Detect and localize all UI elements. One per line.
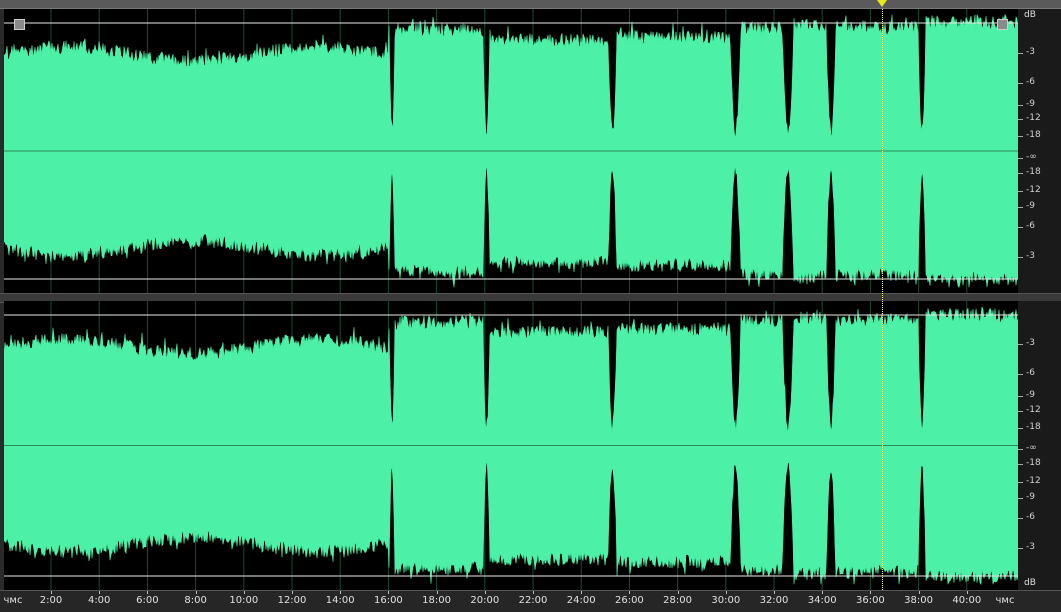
db-tick-label: -12 xyxy=(1018,113,1056,123)
db-tick-label: -∞ xyxy=(1018,152,1056,162)
time-tick-mark xyxy=(51,591,52,594)
time-ruler-end-label: чмс xyxy=(995,595,1015,606)
db-tick-label: -9 xyxy=(1018,390,1056,400)
db-tick-label: -6 xyxy=(1018,368,1056,378)
db-tick-label: -18 xyxy=(1018,422,1056,432)
left-waveform-graphic xyxy=(4,9,1018,293)
playhead-marker-icon[interactable] xyxy=(877,0,887,7)
fade-in-handle-icon[interactable] xyxy=(14,19,25,30)
time-tick-label: 14:00 xyxy=(325,595,355,606)
time-tick-mark xyxy=(725,591,727,594)
time-tick-label: 28:00 xyxy=(663,595,693,606)
time-tick-mark xyxy=(99,591,101,594)
time-tick-mark xyxy=(966,591,968,594)
time-tick-mark xyxy=(774,591,775,594)
overview-bar[interactable] xyxy=(0,0,1061,9)
playhead-cursor[interactable] xyxy=(882,9,883,590)
db-unit-label-bottom: dB xyxy=(1024,578,1036,588)
time-ruler[interactable]: чмс чмс 2:00 4:00 6:00 8:00 10:00 12:00 14:00 1… xyxy=(0,590,1061,612)
time-tick-label: 34:00 xyxy=(807,595,837,606)
time-tick-label: 22:00 xyxy=(518,595,548,606)
left-channel-waveform[interactable] xyxy=(4,9,1018,293)
right-waveform-graphic xyxy=(4,301,1018,590)
db-tick-label: -3 xyxy=(1018,542,1056,552)
time-tick-mark xyxy=(243,591,245,594)
db-tick-label: -3 xyxy=(1018,338,1056,348)
db-tick-label: -18 xyxy=(1018,458,1056,468)
db-tick-label: -3 xyxy=(1018,47,1056,57)
right-channel-waveform[interactable] xyxy=(4,301,1018,590)
time-tick-mark xyxy=(147,591,149,594)
time-tick-label: 20:00 xyxy=(470,595,500,606)
db-tick-label: -18 xyxy=(1018,130,1056,140)
time-tick-label: 18:00 xyxy=(422,595,452,606)
db-tick-label: -6 xyxy=(1018,512,1056,522)
time-tick-label: 38:00 xyxy=(904,595,934,606)
db-tick-label: -9 xyxy=(1018,99,1056,109)
time-tick-mark xyxy=(677,591,679,594)
left-db-scale: -3 -6 -9 -12 -18 -∞ -18 -12 -9 -6 -3 xyxy=(1018,9,1061,293)
time-tick-label: 6:00 xyxy=(136,595,159,606)
right-db-scale: -3 -6 -9 -12 -18 -∞ -18 -12 -9 -6 -3 xyxy=(1018,301,1061,590)
time-tick-mark xyxy=(292,591,293,594)
time-tick-label: 16:00 xyxy=(373,595,403,606)
db-tick-label: -9 xyxy=(1018,492,1056,502)
time-tick-mark xyxy=(436,591,438,594)
time-tick-mark xyxy=(629,591,631,594)
db-tick-label: -6 xyxy=(1018,77,1056,87)
time-tick-mark xyxy=(388,591,390,594)
db-unit-label-top: dB xyxy=(1024,10,1036,20)
time-tick-label: 24:00 xyxy=(566,595,596,606)
time-tick-label: 30:00 xyxy=(711,595,741,606)
db-tick-label: -12 xyxy=(1018,476,1056,486)
time-tick-mark xyxy=(195,591,197,594)
db-tick-label: -6 xyxy=(1018,221,1056,231)
time-tick-label: 12:00 xyxy=(277,595,307,606)
fade-out-handle-icon[interactable] xyxy=(997,19,1008,30)
time-tick-label: 40:00 xyxy=(952,595,982,606)
db-tick-label: -∞ xyxy=(1018,443,1056,453)
time-tick-label: 32:00 xyxy=(759,595,789,606)
time-tick-mark xyxy=(918,591,920,594)
waveform-editor[interactable]: -3 -6 -9 -12 -18 -∞ -18 -12 -9 -6 -3 -3 -6 -9 -12 -18-… xyxy=(0,0,1061,612)
time-tick-mark xyxy=(533,591,534,594)
db-tick-label: -12 xyxy=(1018,405,1056,415)
time-tick-label: 36:00 xyxy=(855,595,885,606)
time-tick-label: 2:00 xyxy=(39,595,63,606)
time-tick-mark xyxy=(581,591,583,594)
time-tick-label: 26:00 xyxy=(614,595,644,606)
db-tick-label: -3 xyxy=(1018,251,1056,261)
db-tick-label: -18 xyxy=(1018,167,1056,177)
time-tick-label: 4:00 xyxy=(87,595,111,606)
time-tick-label: 8:00 xyxy=(184,595,207,606)
db-tick-label: -9 xyxy=(1018,201,1056,211)
time-tick-label: 10:00 xyxy=(229,595,259,606)
time-tick-mark xyxy=(340,591,342,594)
time-ruler-start-label: чмс xyxy=(3,595,23,606)
time-tick-mark xyxy=(870,591,872,594)
db-tick-label: -12 xyxy=(1018,185,1056,195)
time-tick-mark xyxy=(484,591,486,594)
time-tick-mark xyxy=(822,591,824,594)
